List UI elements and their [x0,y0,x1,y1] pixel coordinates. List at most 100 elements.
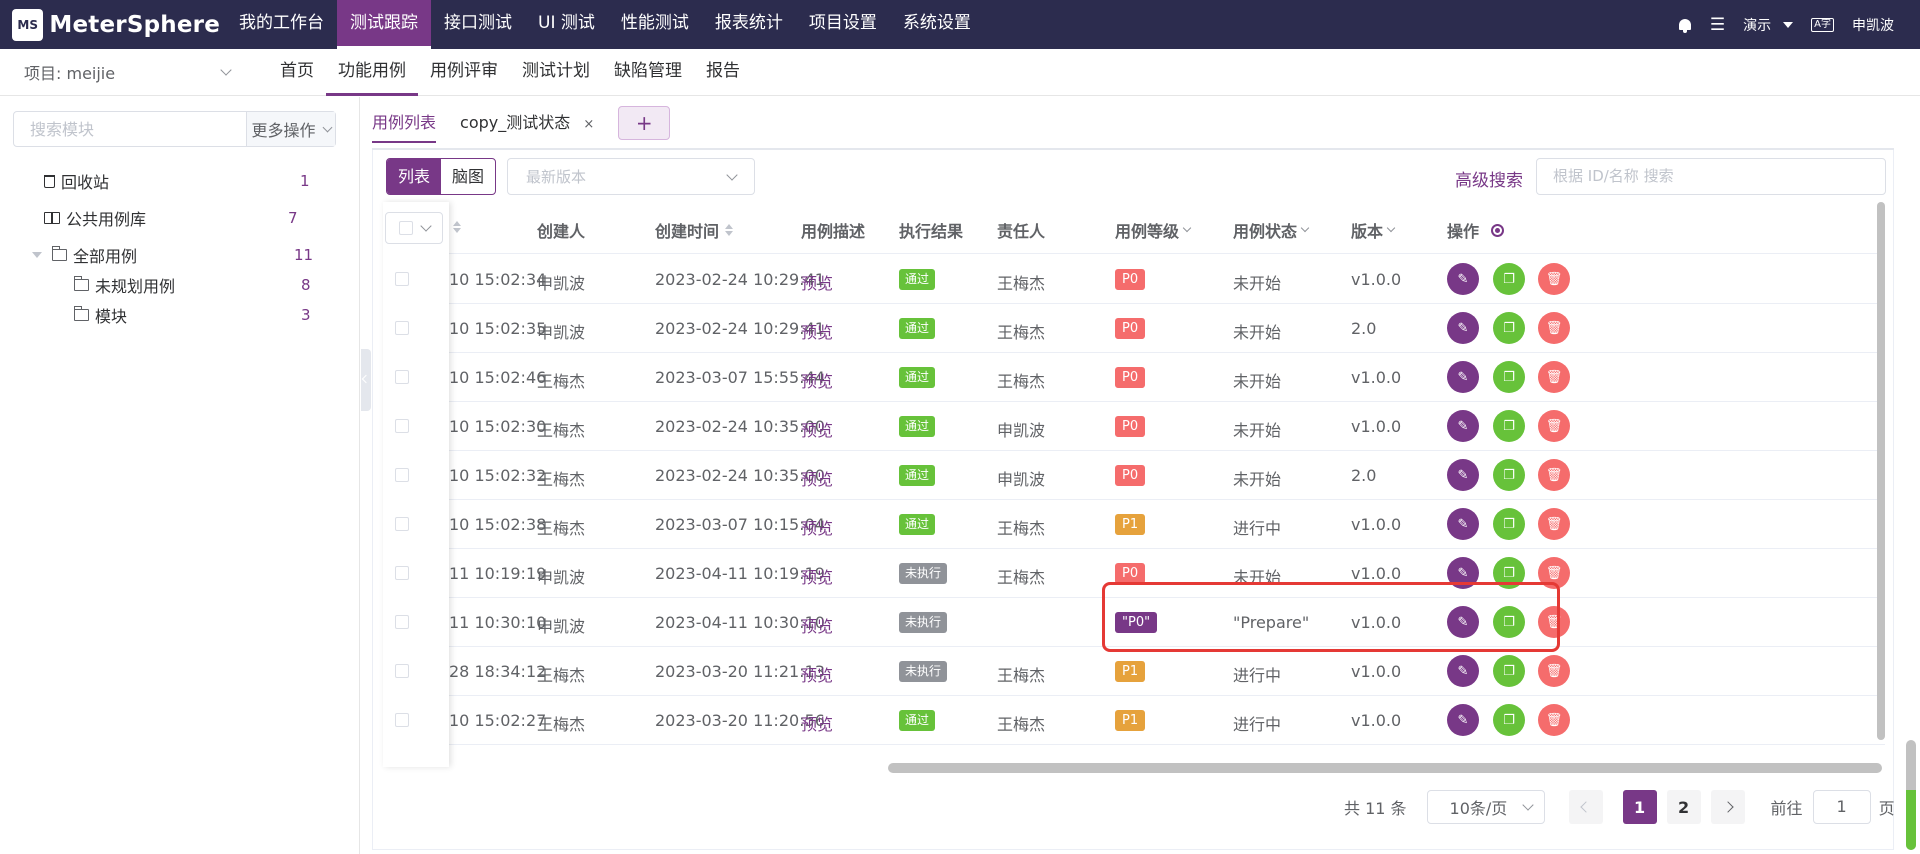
user-menu[interactable]: 申凯波 [1852,15,1894,35]
copy-button[interactable]: ❐ [1493,508,1525,540]
page-scrollbar[interactable] [1906,740,1916,850]
gear-icon[interactable] [1491,223,1505,237]
tree-node-public-library[interactable]: 公共用例库 [44,204,146,232]
nav-api-test[interactable]: 接口测试 [431,0,525,49]
tree-node-unplanned[interactable]: 未规划用例 [74,271,175,299]
subnav-defects[interactable]: 缺陷管理 [602,49,694,96]
row-checkbox[interactable] [395,370,409,384]
copy-button[interactable]: ❐ [1493,263,1525,295]
copy-button[interactable]: ❐ [1493,704,1525,736]
language-button[interactable]: A字 [1811,17,1834,32]
module-search-input[interactable] [14,112,246,146]
panel-collapse-handle[interactable] [361,349,371,411]
delete-button[interactable]: 🗑 [1538,312,1570,344]
preview-link[interactable]: 预览 [801,515,833,539]
row-checkbox[interactable] [395,713,409,727]
preview-link[interactable]: 预览 [801,368,833,392]
preview-link[interactable]: 预览 [801,319,833,343]
table-row[interactable]: 10 15:02:46 王梅杰 2023-03-07 15:55:44 预览 通过 王梅杰… [383,353,1885,402]
tree-node-all-cases[interactable]: 全部用例 [32,241,137,269]
col-level[interactable]: 用例等级 [1115,218,1192,242]
nav-performance[interactable]: 性能测试 [608,0,702,49]
case-search-input[interactable]: 根据 ID/名称 搜索 [1536,158,1886,195]
row-checkbox[interactable] [395,321,409,335]
subnav-home[interactable]: 首页 [268,49,326,96]
row-checkbox[interactable] [395,419,409,433]
edit-button[interactable]: ✎ [1447,459,1479,491]
nav-project-settings[interactable]: 项目设置 [796,0,890,49]
preview-link[interactable]: 预览 [801,417,833,441]
edit-button[interactable]: ✎ [1447,704,1479,736]
copy-button[interactable]: ❐ [1493,655,1525,687]
nav-test-tracking[interactable]: 测试跟踪 [337,0,431,49]
row-checkbox[interactable] [395,566,409,580]
nav-workbench[interactable]: 我的工作台 [226,0,337,49]
preview-link[interactable]: 预览 [801,662,833,686]
filter-icon[interactable] [1300,223,1310,233]
row-checkbox[interactable] [395,272,409,286]
advanced-search-link[interactable]: 高级搜索 [1455,166,1523,191]
row-checkbox[interactable] [395,468,409,482]
nav-reports[interactable]: 报表统计 [702,0,796,49]
nav-system-settings[interactable]: 系统设置 [890,0,984,49]
tree-node-recycle-bin[interactable]: 回收站 [44,167,109,195]
sort-icon[interactable] [453,221,461,233]
delete-button[interactable]: 🗑 [1538,410,1570,442]
tree-node-module[interactable]: 模块 [74,301,127,329]
page-size-select[interactable]: 10条/页 [1426,790,1545,824]
row-checkbox[interactable] [395,664,409,678]
table-row[interactable]: 10 15:02:34 申凯波 2023-02-24 10:29:41 预览 通过 王梅杰… [383,255,1885,304]
edit-button[interactable]: ✎ [1447,263,1479,295]
delete-button[interactable]: 🗑 [1538,361,1570,393]
preview-link[interactable]: 预览 [801,466,833,490]
edit-button[interactable]: ✎ [1447,312,1479,344]
copy-button[interactable]: ❐ [1493,459,1525,491]
page-1-button[interactable]: 1 [1622,790,1657,824]
version-select[interactable]: 最新版本 [507,158,755,195]
subnav-functional-cases[interactable]: 功能用例 [326,49,418,96]
preview-link[interactable]: 预览 [801,711,833,735]
page-2-button[interactable]: 2 [1666,790,1701,824]
delete-button[interactable]: 🗑 [1538,263,1570,295]
tab-case-list[interactable]: 用例列表 [372,109,437,143]
filter-icon[interactable] [1182,223,1192,233]
copy-button[interactable]: ❐ [1493,361,1525,393]
filter-icon[interactable] [1386,223,1396,233]
view-list-button[interactable]: 列表 [387,159,441,194]
edit-button[interactable]: ✎ [1447,361,1479,393]
col-create-time[interactable]: 创建时间 [655,218,734,242]
delete-button[interactable]: 🗑 [1538,459,1570,491]
col-status[interactable]: 用例状态 [1233,218,1310,242]
tab-copy-test-status[interactable]: copy_测试状态 × [460,109,594,143]
workspace-switcher[interactable]: 演示 [1743,15,1794,35]
table-row[interactable]: 10 15:02:35 申凯波 2023-02-24 10:29:41 预览 通过 王梅杰… [383,304,1885,353]
table-row[interactable]: 10 15:02:32 王梅杰 2023-02-24 10:35:00 预览 通过 申凯波… [383,451,1885,500]
vertical-scrollbar[interactable] [1877,202,1885,740]
sort-icon[interactable] [725,224,734,236]
task-center-icon[interactable]: ☰ [1710,15,1725,35]
row-checkbox[interactable] [395,517,409,531]
col-version[interactable]: 版本 [1351,218,1396,242]
copy-button[interactable]: ❐ [1493,410,1525,442]
notification-button[interactable] [1678,17,1692,33]
horizontal-scrollbar[interactable] [888,763,1882,773]
nav-ui-test[interactable]: UI 测试 [525,0,608,49]
delete-button[interactable]: 🗑 [1538,508,1570,540]
subnav-test-plan[interactable]: 测试计划 [510,49,602,96]
select-all-checkbox[interactable] [398,221,413,235]
table-row[interactable]: 10 15:02:30 王梅杰 2023-02-24 10:35:00 预览 通过 申凯波… [383,402,1885,451]
preview-link[interactable]: 预览 [801,270,833,294]
subnav-report[interactable]: 报告 [694,49,752,96]
table-row[interactable]: 10 15:02:27 王梅杰 2023-03-20 11:20:56 预览 通过 王梅杰… [383,696,1885,745]
next-page-button[interactable] [1710,790,1745,824]
prev-page-button[interactable] [1568,790,1603,824]
view-mindmap-button[interactable]: 脑图 [441,159,495,194]
preview-link[interactable]: 预览 [801,613,833,637]
close-icon[interactable]: × [583,117,594,132]
project-selector[interactable]: 项目: meijie [0,60,260,84]
more-actions-button[interactable]: 更多操作 [246,112,335,146]
subnav-case-review[interactable]: 用例评审 [418,49,510,96]
logo[interactable]: MS MeterSphere [0,0,220,49]
preview-link[interactable]: 预览 [801,564,833,588]
row-checkbox[interactable] [395,615,409,629]
